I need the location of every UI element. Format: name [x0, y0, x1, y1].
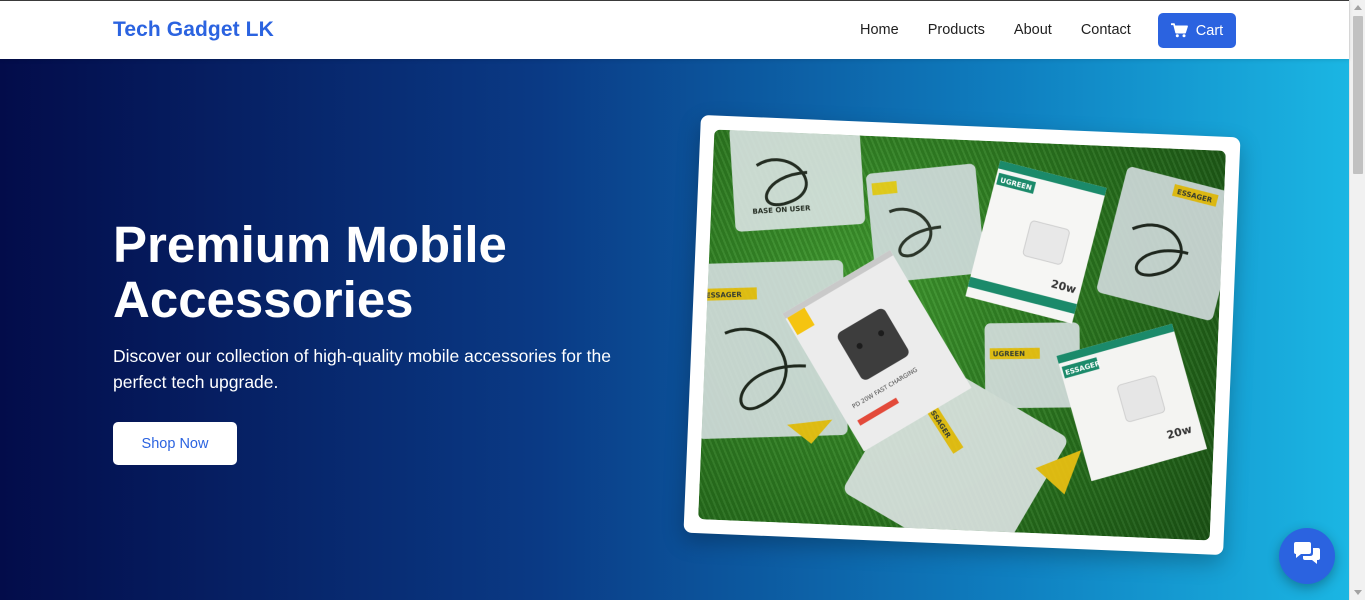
page: Tech Gadget LK Home Products About Conta…: [0, 0, 1365, 600]
nav-links: Home Products About Contact: [860, 22, 1160, 38]
hero-section: Premium Mobile Accessories Discover our …: [0, 59, 1349, 600]
hero-image-frame: BASE ON USER ESSAGER ESSAGER UGREEN ESSA…: [683, 114, 1241, 556]
shopping-cart-icon: [1170, 23, 1188, 38]
photo-label-7: UGREEN: [993, 350, 1025, 358]
scrollbar-thumb[interactable]: [1353, 16, 1363, 174]
shop-now-button[interactable]: Shop Now: [113, 422, 237, 465]
navbar: Tech Gadget LK Home Products About Conta…: [0, 0, 1349, 59]
nav-link-about[interactable]: About: [1014, 22, 1052, 38]
photo-label-2: ESSAGER: [706, 291, 743, 300]
nav-link-home[interactable]: Home: [860, 22, 899, 38]
brand-logo[interactable]: Tech Gadget LK: [113, 18, 274, 42]
chat-bubbles-icon: [1292, 541, 1322, 572]
hero-product-image: BASE ON USER ESSAGER ESSAGER UGREEN ESSA…: [698, 129, 1226, 541]
cart-label: Cart: [1195, 22, 1224, 39]
nav-link-products[interactable]: Products: [928, 22, 985, 38]
hero-subtitle: Discover our collection of high-quality …: [113, 346, 612, 392]
scroll-up-arrow-icon[interactable]: [1354, 5, 1362, 10]
cart-button[interactable]: Cart: [1158, 13, 1236, 48]
nav-link-contact[interactable]: Contact: [1081, 22, 1131, 38]
page-scrollbar[interactable]: [1349, 0, 1365, 600]
chat-button[interactable]: [1279, 528, 1335, 584]
scroll-down-arrow-icon[interactable]: [1354, 590, 1362, 595]
hero-title: Premium Mobile Accessories: [113, 216, 507, 328]
product-photo-illustration: BASE ON USER ESSAGER ESSAGER UGREEN ESSA…: [698, 129, 1226, 541]
